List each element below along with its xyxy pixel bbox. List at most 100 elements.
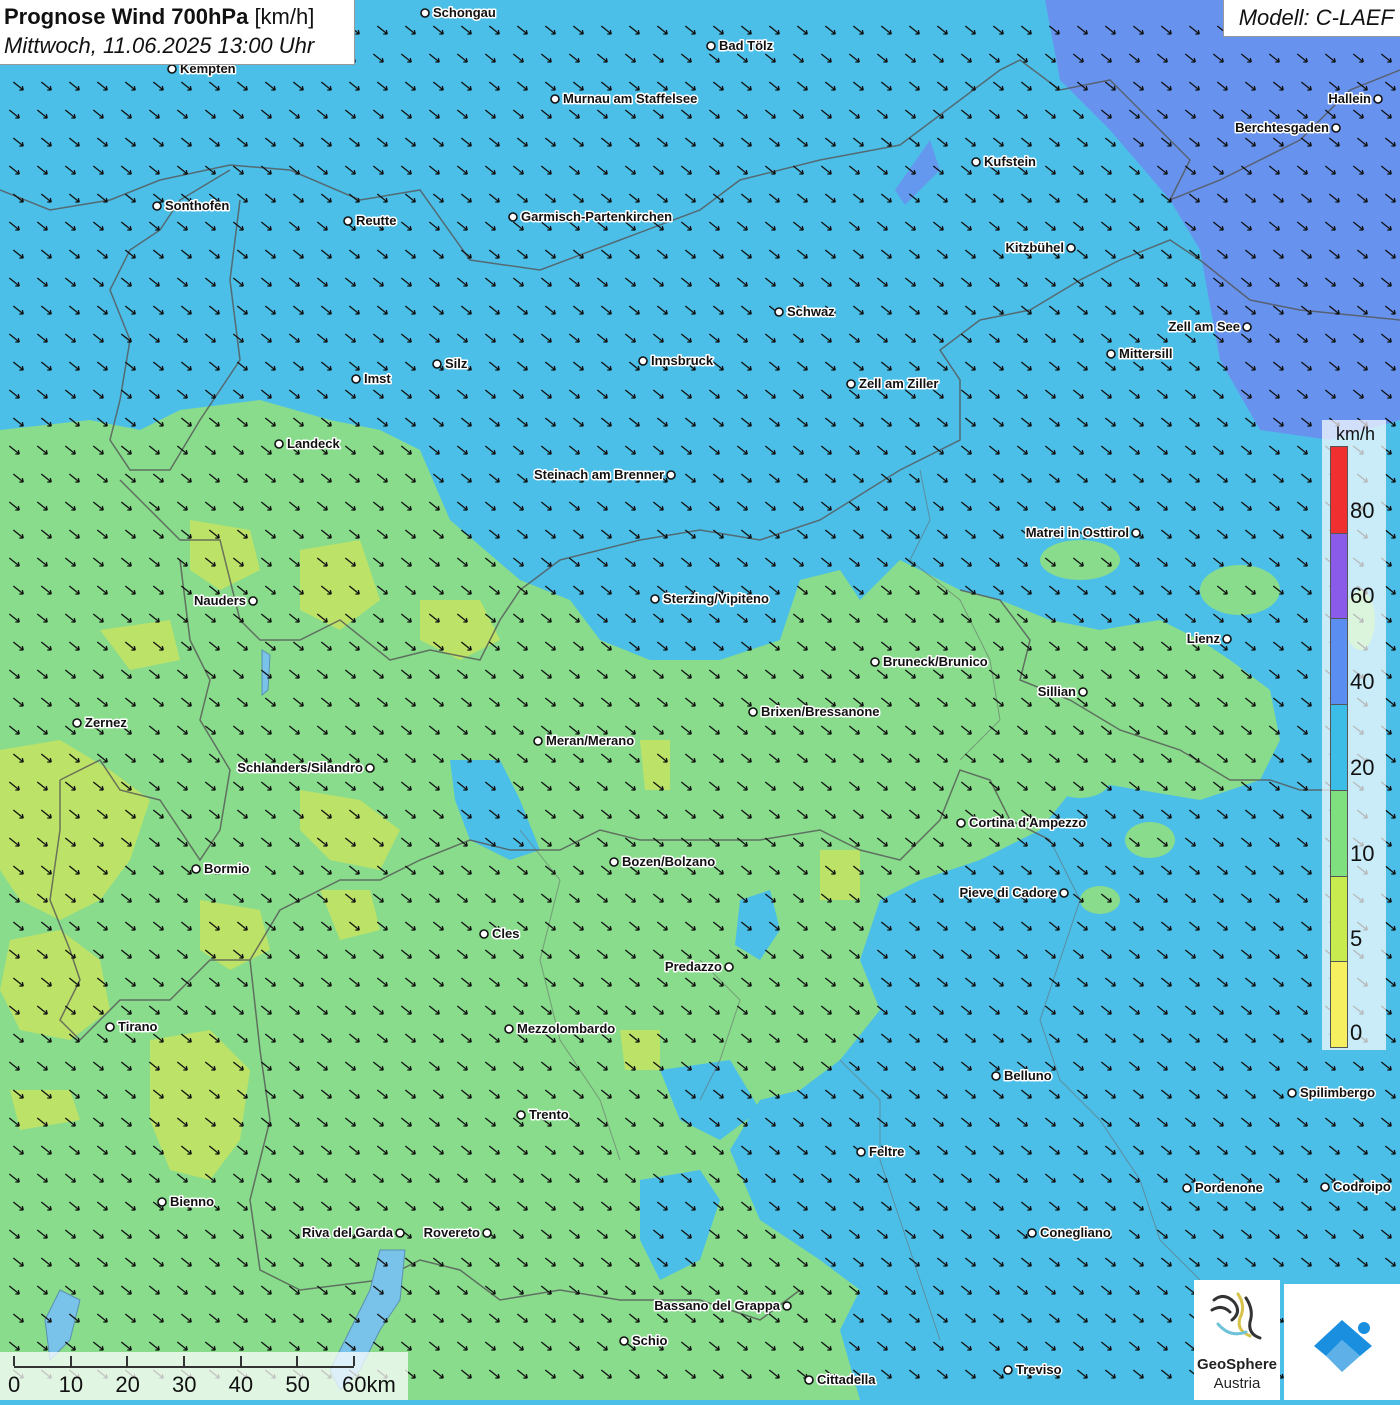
city-marker[interactable]: Sterzing/Vipiteno — [650, 590, 770, 608]
city-marker[interactable]: Murnau am Staffelsee — [550, 90, 699, 108]
city-marker[interactable]: Brixen/Bressanone — [748, 703, 881, 721]
city-dot-icon — [748, 707, 758, 717]
city-marker[interactable]: Zell am Ziller — [846, 375, 940, 393]
city-dot-icon — [619, 1336, 629, 1346]
legend-label: 60 — [1350, 583, 1375, 609]
city-label: Cles — [492, 926, 519, 941]
scale-tick — [296, 1356, 299, 1366]
city-dot-icon — [1131, 528, 1141, 538]
city-label: Kitzbühel — [1006, 240, 1065, 255]
scale-label: 40 — [228, 1372, 254, 1397]
city-dot-icon — [550, 94, 560, 104]
city-label: Reutte — [356, 213, 396, 228]
city-dot-icon — [479, 929, 489, 939]
city-marker[interactable]: Innsbruck — [638, 352, 715, 370]
city-dot-icon — [706, 41, 716, 51]
city-marker[interactable]: Spilimbergo — [1287, 1084, 1377, 1102]
city-label: Bruneck/Brunico — [883, 654, 988, 669]
scale-tick — [239, 1356, 242, 1366]
map-title: Prognose Wind 700hPa [km/h] — [4, 4, 314, 30]
legend-color-segment — [1331, 704, 1347, 790]
city-label: Pieve di Cadore — [959, 885, 1057, 900]
city-label: Predazzo — [665, 959, 722, 974]
city-marker[interactable]: Cortina d'Ampezzo — [956, 814, 1088, 832]
city-dot-icon — [1287, 1088, 1297, 1098]
geosphere-austria-logo[interactable]: GeoSphere Austria — [1194, 1280, 1280, 1400]
city-dot-icon — [157, 1197, 167, 1207]
legend-color-segment — [1331, 789, 1347, 876]
city-marker[interactable]: Berchtesgaden — [1234, 119, 1341, 137]
scale-tick — [126, 1356, 129, 1366]
legend-label: 40 — [1350, 669, 1375, 695]
city-dot-icon — [1320, 1182, 1330, 1192]
city-marker[interactable]: Riva del Garda — [300, 1224, 405, 1242]
legend-color-segment — [1331, 618, 1347, 705]
city-marker[interactable]: Matrei in Osttirol — [1024, 524, 1141, 542]
city-label: Riva del Garda — [302, 1225, 394, 1240]
city-dot-icon — [152, 201, 162, 211]
city-label: Bienno — [170, 1194, 214, 1209]
city-label: Brixen/Bressanone — [761, 704, 880, 719]
app-icon — [1314, 1320, 1372, 1372]
map-title-text: Prognose Wind 700hPa — [4, 4, 249, 29]
color-legend: km/h 80 60 40 20 10 5 0 — [1322, 420, 1386, 1050]
city-dot-icon — [856, 1147, 866, 1157]
legend-color-segment — [1331, 532, 1347, 619]
legend-color-bar — [1330, 446, 1348, 1048]
city-label: Codroipo — [1333, 1179, 1391, 1194]
city-marker[interactable]: Schongau — [420, 4, 497, 22]
weather-app-logo[interactable] — [1284, 1284, 1400, 1400]
city-label: Steinach am Brenner — [534, 467, 664, 482]
city-dot-icon — [248, 596, 258, 606]
city-label: Matrei in Osttirol — [1026, 525, 1129, 540]
city-marker[interactable]: Garmisch-Partenkirchen — [508, 208, 674, 226]
city-dot-icon — [365, 763, 375, 773]
city-marker[interactable]: Conegliano — [1027, 1224, 1112, 1242]
scale-tick — [183, 1356, 185, 1366]
map-title-box: Prognose Wind 700hPa [km/h] Mittwoch, 11… — [0, 0, 355, 65]
city-dot-icon — [609, 857, 619, 867]
city-dot-icon — [971, 157, 981, 167]
legend-color-segment — [1331, 875, 1347, 962]
city-marker[interactable]: Mezzolombardo — [504, 1020, 617, 1038]
city-label: Tirano — [118, 1019, 158, 1034]
city-dot-icon — [1106, 349, 1116, 359]
city-marker[interactable]: Pordenone — [1182, 1179, 1264, 1197]
city-dot-icon — [432, 359, 442, 369]
city-dot-icon — [1027, 1228, 1037, 1238]
city-marker[interactable]: Pieve di Cadore — [958, 884, 1069, 902]
city-marker[interactable]: Steinach am Brenner — [532, 466, 676, 484]
legend-label: 5 — [1350, 926, 1363, 952]
city-dot-icon — [1066, 243, 1076, 253]
city-label: Zernez — [85, 715, 127, 730]
geosphere-icon — [1210, 1292, 1262, 1340]
city-dot-icon — [420, 8, 430, 18]
city-label: Sonthofen — [165, 198, 229, 213]
city-label: Bozen/Bolzano — [622, 854, 715, 869]
city-marker[interactable]: Meran/Merano — [533, 732, 636, 750]
city-label: Mittersill — [1119, 346, 1172, 361]
city-label: Conegliano — [1040, 1225, 1111, 1240]
city-label: Landeck — [287, 436, 341, 451]
city-label: Lienz — [1187, 631, 1221, 646]
city-marker[interactable]: Bassano del Grappa — [653, 1297, 792, 1315]
city-marker[interactable]: Zell am See — [1167, 318, 1252, 336]
city-dot-icon — [191, 864, 201, 874]
city-marker[interactable]: Bruneck/Brunico — [870, 653, 989, 671]
city-label: Sterzing/Vipiteno — [663, 591, 769, 606]
city-label: Pordenone — [1195, 1180, 1263, 1195]
city-dot-icon — [991, 1071, 1001, 1081]
city-marker[interactable]: Bozen/Bolzano — [609, 853, 717, 871]
city-label: Imst — [364, 371, 391, 386]
city-label: Rovereto — [424, 1225, 480, 1240]
city-marker[interactable]: Sonthofen — [152, 197, 231, 215]
scale-label: 50 — [285, 1372, 310, 1397]
city-dot-icon — [1222, 634, 1232, 644]
city-label: Cittadella — [817, 1372, 876, 1387]
map-title-unit: [km/h] — [254, 4, 315, 29]
city-dot-icon — [1331, 123, 1341, 133]
scale-label: 10 — [58, 1372, 84, 1397]
city-label: Feltre — [869, 1144, 904, 1159]
city-label: Zell am See — [1168, 319, 1240, 334]
city-marker[interactable]: Schlanders/Silandro — [236, 759, 375, 777]
